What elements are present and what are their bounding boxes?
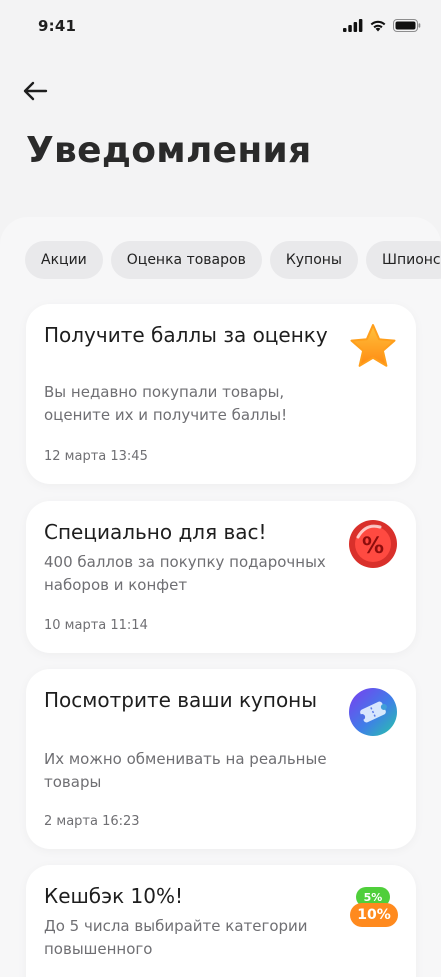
notifications-sheet: Акции Оценка товаров Купоны Шпионс Получ…: [0, 217, 441, 977]
notification-card[interactable]: Получите баллы за оценку Вы недавно поку…: [26, 304, 416, 484]
notification-title: Кешбэк 10%!: [44, 884, 184, 908]
percent-badge-icon: %: [349, 520, 397, 568]
chip-promotions[interactable]: Акции: [25, 241, 103, 279]
battery-icon: [393, 19, 421, 32]
notification-date: 12 марта 13:45: [44, 449, 148, 464]
notification-card[interactable]: Кешбэк 10%! До 5 числа выбирайте категор…: [26, 865, 416, 977]
status-bar: 9:41: [0, 0, 441, 56]
notification-date: 2 марта 16:23: [44, 814, 140, 829]
notification-card[interactable]: Посмотрите ваши купоны Их можно обменива…: [26, 669, 416, 849]
page-title: Уведомления: [26, 130, 312, 171]
chip-coupons[interactable]: Купоны: [269, 241, 358, 279]
notification-title: Получите баллы за оценку: [44, 323, 328, 347]
status-icons: [343, 19, 421, 32]
notification-text: До 5 числа выбирайте категории повышенно…: [44, 917, 308, 958]
notification-text: 400 баллов за покупку подарочных наборов…: [44, 553, 326, 594]
notification-title: Специально для вас!: [44, 520, 267, 544]
back-arrow-icon[interactable]: [22, 80, 48, 102]
status-time: 9:41: [38, 17, 77, 35]
signal-icon: [343, 19, 363, 32]
chip-product-reviews[interactable]: Оценка товаров: [110, 241, 262, 279]
filter-chips: Акции Оценка товаров Купоны Шпионс: [25, 241, 441, 279]
svg-text:%: %: [362, 534, 384, 559]
notification-card[interactable]: Специально для вас! 400 баллов за покупк…: [26, 501, 416, 653]
notification-text: Вы недавно покупали товары, оцените их и…: [44, 383, 288, 424]
notification-date: 10 марта 11:14: [44, 618, 148, 633]
wifi-icon: [370, 20, 386, 32]
star-icon: [350, 324, 396, 367]
notification-text: Их можно обменивать на реальные товары: [44, 750, 327, 791]
notification-title: Посмотрите ваши купоны: [44, 688, 318, 712]
cashback-badge: 10%: [350, 903, 398, 927]
coupon-icon: [349, 688, 397, 736]
chip-spy[interactable]: Шпионс: [365, 241, 441, 279]
